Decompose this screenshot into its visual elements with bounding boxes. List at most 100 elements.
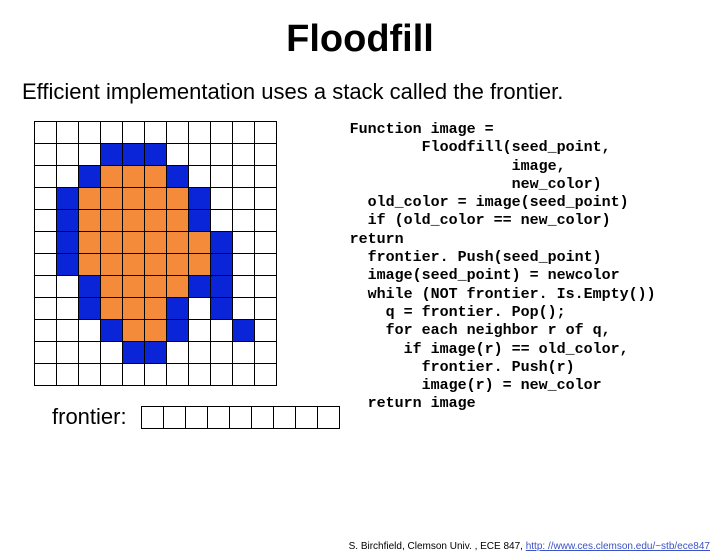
code-line: if (old_color == new_color) — [350, 212, 611, 229]
grid-cell — [189, 298, 211, 320]
grid-cell — [167, 342, 189, 364]
grid-cell — [189, 342, 211, 364]
grid-cell — [57, 144, 79, 166]
stack-cell — [318, 407, 340, 429]
grid-cell — [167, 276, 189, 298]
grid-cell — [79, 298, 101, 320]
code-line: return — [350, 231, 404, 248]
grid-cell — [211, 364, 233, 386]
grid-cell — [123, 144, 145, 166]
grid-cell — [233, 232, 255, 254]
grid-cell — [233, 342, 255, 364]
code-line: return image — [350, 395, 476, 412]
grid-cell — [79, 122, 101, 144]
grid-cell — [101, 166, 123, 188]
grid-cell — [211, 276, 233, 298]
grid-cell — [123, 364, 145, 386]
grid-cell — [211, 298, 233, 320]
grid-cell — [101, 188, 123, 210]
grid-cell — [189, 320, 211, 342]
footer-link[interactable]: http: //www.ces.clemson.edu/~stb/ece847 — [526, 541, 710, 552]
grid-cell — [35, 276, 57, 298]
code-line: new_color) — [350, 176, 602, 193]
grid-cell — [233, 364, 255, 386]
grid-cell — [145, 188, 167, 210]
grid-cell — [145, 210, 167, 232]
grid-cell — [145, 166, 167, 188]
grid-cell — [255, 320, 277, 342]
grid-cell — [35, 188, 57, 210]
grid-cell — [211, 210, 233, 232]
grid-cell — [145, 254, 167, 276]
grid-cell — [233, 166, 255, 188]
grid-cell — [123, 320, 145, 342]
grid-cell — [123, 122, 145, 144]
grid-cell — [101, 232, 123, 254]
subtitle: Efficient implementation uses a stack ca… — [22, 79, 720, 105]
grid-cell — [167, 122, 189, 144]
grid-cell — [233, 144, 255, 166]
grid-cell — [57, 320, 79, 342]
code-line: image(r) = new_color — [350, 377, 602, 394]
grid-cell — [35, 320, 57, 342]
grid-cell — [35, 166, 57, 188]
grid-cell — [79, 364, 101, 386]
right-column: Function image = Floodfill(seed_point, i… — [340, 121, 706, 430]
grid-cell — [123, 232, 145, 254]
grid-cell — [57, 122, 79, 144]
grid-cell — [123, 188, 145, 210]
grid-cell — [255, 210, 277, 232]
grid-cell — [211, 166, 233, 188]
grid-cell — [167, 210, 189, 232]
grid-cell — [35, 298, 57, 320]
grid-cell — [233, 320, 255, 342]
grid-cell — [57, 298, 79, 320]
grid-cell — [255, 276, 277, 298]
grid-cell — [79, 144, 101, 166]
grid-cell — [211, 232, 233, 254]
grid-cell — [255, 144, 277, 166]
grid-cell — [79, 276, 101, 298]
grid-cell — [145, 342, 167, 364]
grid-cell — [167, 166, 189, 188]
grid-cell — [35, 364, 57, 386]
grid-cell — [211, 122, 233, 144]
grid-cell — [79, 320, 101, 342]
frontier-label: frontier: — [52, 404, 127, 430]
grid-cell — [145, 320, 167, 342]
code-line: frontier. Push(r) — [350, 359, 575, 376]
grid-cell — [57, 276, 79, 298]
grid-cell — [255, 232, 277, 254]
code-line: for each neighbor r of q, — [350, 322, 611, 339]
grid-cell — [167, 232, 189, 254]
grid-cell — [145, 298, 167, 320]
stack-cell — [230, 407, 252, 429]
grid-cell — [123, 342, 145, 364]
grid-cell — [35, 210, 57, 232]
grid-cell — [233, 122, 255, 144]
grid-cell — [189, 276, 211, 298]
footer-attribution: S. Birchfield, Clemson Univ. , ECE 847, … — [349, 541, 710, 552]
grid-cell — [255, 122, 277, 144]
code-line: old_color = image(seed_point) — [350, 194, 629, 211]
grid-cell — [57, 188, 79, 210]
grid-cell — [57, 364, 79, 386]
stack-cell — [208, 407, 230, 429]
grid-cell — [35, 254, 57, 276]
code-line: if image(r) == old_color, — [350, 341, 629, 358]
frontier-row: frontier: — [52, 404, 340, 430]
grid-cell — [189, 254, 211, 276]
grid-cell — [255, 364, 277, 386]
grid-cell — [79, 342, 101, 364]
grid-cell — [167, 298, 189, 320]
code-line: image(seed_point) = newcolor — [350, 267, 620, 284]
grid-cell — [211, 342, 233, 364]
grid-cell — [123, 298, 145, 320]
grid-cell — [189, 364, 211, 386]
grid-cell — [189, 166, 211, 188]
page-title: Floodfill — [0, 18, 720, 61]
grid-cell — [145, 276, 167, 298]
code-line: while (NOT frontier. Is.Empty()) — [350, 286, 656, 303]
grid-cell — [57, 166, 79, 188]
grid-cell — [101, 342, 123, 364]
